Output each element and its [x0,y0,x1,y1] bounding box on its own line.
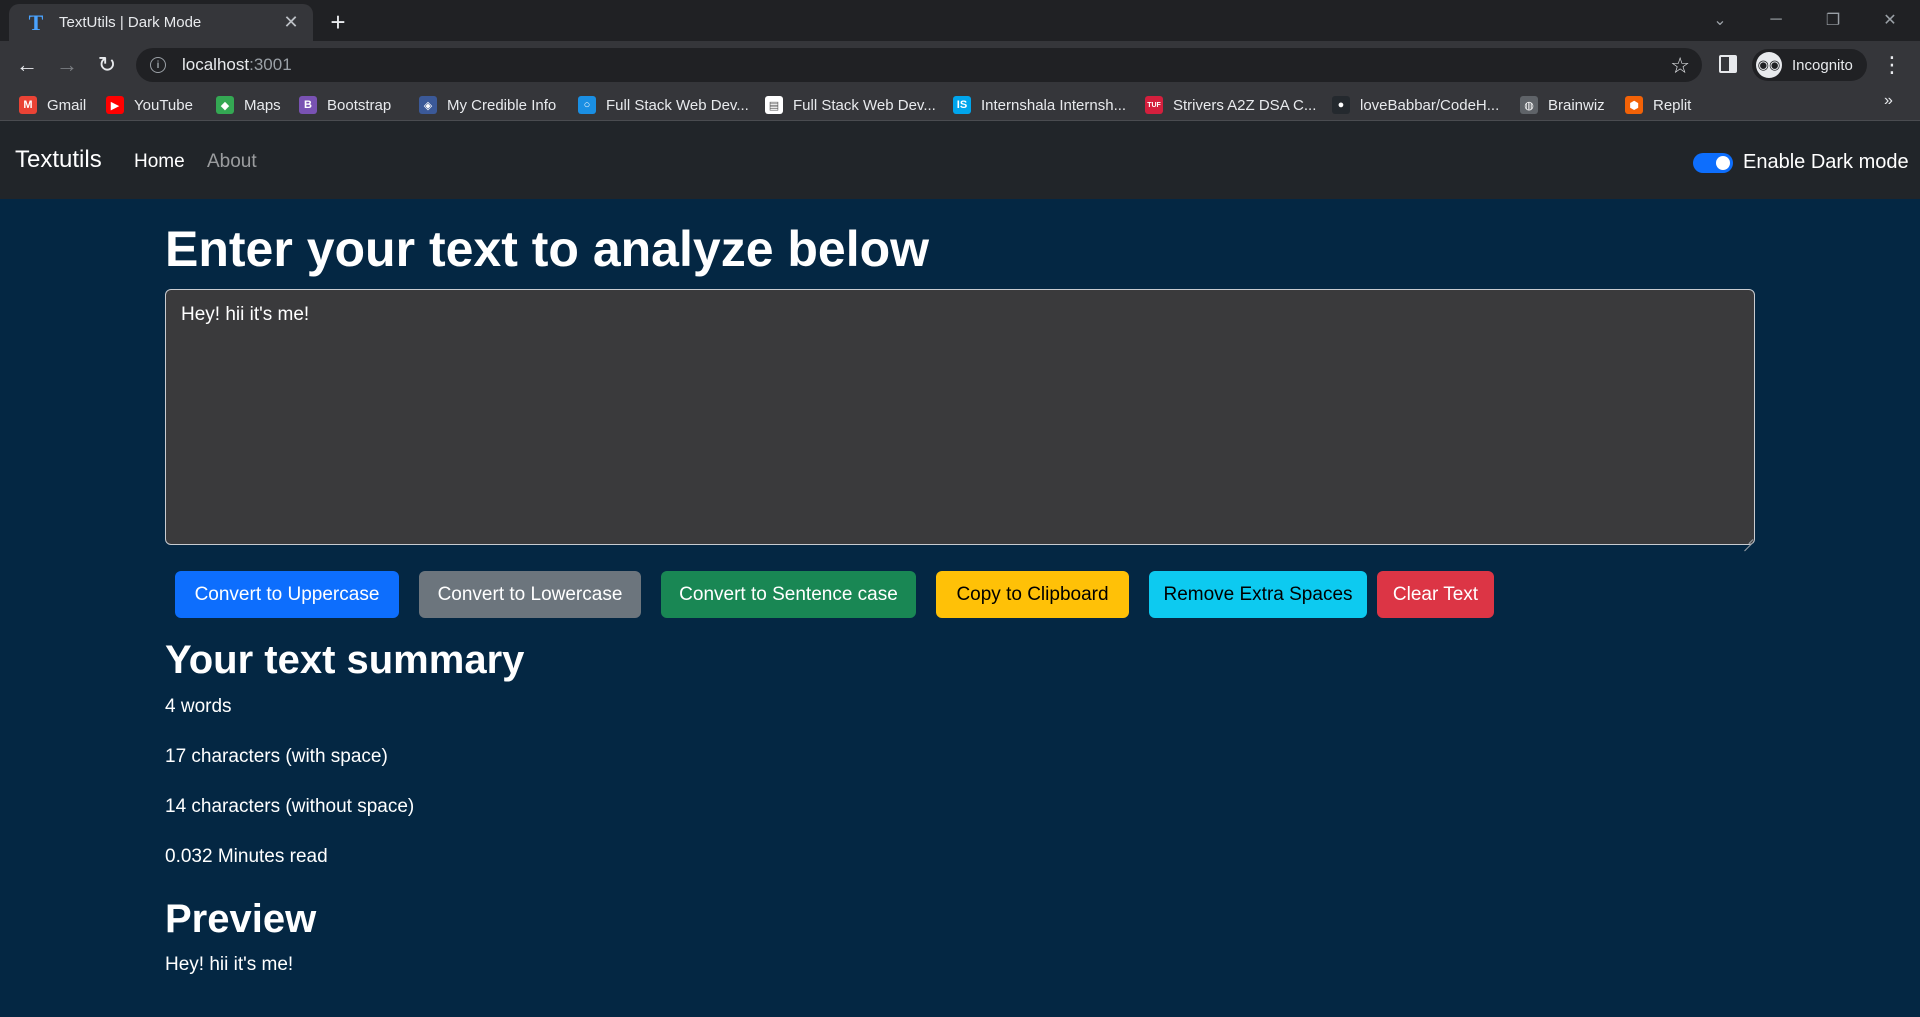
browser-toolbar: ← → ↻ i localhost :3001 ☆ ◉◉ Incognito ⋮ [0,41,1920,89]
incognito-icon: ◉◉ [1756,52,1782,78]
bookmark-label: Maps [244,96,281,114]
bookmark-label: YouTube [134,96,193,114]
more-bookmarks-icon[interactable]: » [1884,92,1893,110]
back-arrow-icon[interactable]: ← [12,50,42,80]
read-time: 0.032 Minutes read [165,846,328,867]
app-navbar: Textutils Home About Enable Dark mode [0,121,1920,199]
bookmark-label: Internshala Internsh... [981,96,1127,114]
side-panel-icon[interactable] [1719,55,1737,73]
tab-title: TextUtils | Dark Mode [59,14,202,31]
toggle-knob [1716,156,1730,170]
replit-icon: ⬢ [1625,96,1643,114]
bookmark-item[interactable]: B Bootstrap [299,94,391,116]
dark-mode-toggle[interactable] [1693,153,1733,173]
url-host: localhost [182,55,250,74]
lowercase-button[interactable]: Convert to Lowercase [419,571,641,618]
globe-blue-icon: ○ [578,96,596,114]
page-title: Enter your text to analyze below [165,221,930,277]
char-count-without-space: 14 characters (without space) [165,796,415,817]
globe-icon: ◍ [1520,96,1538,114]
internshala-icon: IS [953,96,971,114]
site-info-icon[interactable]: i [150,57,166,73]
tuf-icon: TUF [1145,96,1163,114]
uppercase-button[interactable]: Convert to Uppercase [175,571,399,618]
reload-icon[interactable]: ↻ [92,50,122,80]
tab-close-icon[interactable]: ✕ [281,12,301,33]
dark-mode-label[interactable]: Enable Dark mode [1743,151,1909,174]
incognito-badge[interactable]: ◉◉ Incognito [1752,49,1867,81]
char-count-with-space: 17 characters (with space) [165,746,388,767]
new-tab-plus-icon[interactable]: + [324,7,352,37]
preview-text: Hey! hii it's me! [165,954,294,975]
bookmark-label: Strivers A2Z DSA C... [1173,96,1317,114]
restore-icon[interactable]: ❐ [1813,6,1853,34]
bookmark-item[interactable]: ◈ My Credible Info [419,94,556,116]
sentence-case-button[interactable]: Convert to Sentence case [661,571,916,618]
bookmark-label: Gmail [47,96,87,114]
credible-icon: ◈ [419,96,437,114]
remove-spaces-button[interactable]: Remove Extra Spaces [1149,571,1367,618]
incognito-label: Incognito [1792,56,1853,74]
minimize-icon[interactable]: ─ [1756,6,1796,34]
bookmark-item[interactable]: ○ Full Stack Web Dev... [578,94,749,116]
browser-menu-icon[interactable]: ⋮ [1880,50,1904,80]
navbar-brand[interactable]: Textutils [15,146,102,174]
bookmark-item[interactable]: ◍ Brainwiz [1520,94,1605,116]
nav-link-home[interactable]: Home [134,151,185,173]
nav-link-about[interactable]: About [207,151,257,173]
bookmark-star-icon[interactable]: ☆ [1670,53,1690,79]
word-count: 4 words [165,696,232,717]
url-port: :3001 [249,55,292,74]
browser-tab[interactable]: T TextUtils | Dark Mode ✕ [9,4,313,41]
address-bar[interactable]: i localhost :3001 ☆ [136,48,1702,82]
bookmark-label: Full Stack Web Dev... [793,96,936,114]
textutils-favicon-icon: T [28,9,44,35]
bookmark-item[interactable]: IS Internshala Internsh... [953,94,1126,116]
maps-icon: ◆ [216,96,234,114]
bookmark-label: My Credible Info [447,96,557,114]
bookmark-item[interactable]: ● loveBabbar/CodeH... [1332,94,1499,116]
summary-title: Your text summary [165,638,525,682]
bookmark-item[interactable]: M Gmail [19,94,86,116]
youtube-icon: ▶ [106,96,124,114]
browser-tabstrip: T TextUtils | Dark Mode ✕ + ⌄ ─ ❐ ✕ [0,0,1920,41]
preview-title: Preview [165,897,317,941]
bookmark-label: Brainwiz [1548,96,1605,114]
bookmark-item[interactable]: ▤ Full Stack Web Dev... [765,94,936,116]
bookmark-label: loveBabbar/CodeH... [1360,96,1500,114]
bootstrap-icon: B [299,96,317,114]
copy-clipboard-button[interactable]: Copy to Clipboard [936,571,1129,618]
forward-arrow-icon[interactable]: → [52,50,82,80]
textarea-resize-handle[interactable] [1743,533,1753,543]
tab-search-chevron-icon[interactable]: ⌄ [1700,6,1740,34]
bookmark-label: Full Stack Web Dev... [606,96,749,114]
close-window-icon[interactable]: ✕ [1870,6,1910,34]
bookmark-item[interactable]: ⬢ Replit [1625,94,1691,116]
clear-text-button[interactable]: Clear Text [1377,571,1494,618]
bookmark-item[interactable]: TUF Strivers A2Z DSA C... [1145,94,1316,116]
bookmark-label: Replit [1653,96,1692,114]
gmail-icon: M [19,96,37,114]
text-input[interactable] [165,289,1755,545]
bookmark-item[interactable]: ◆ Maps [216,94,281,116]
page-icon: ▤ [765,96,783,114]
bookmark-label: Bootstrap [327,96,392,114]
github-icon: ● [1332,96,1350,114]
bookmark-item[interactable]: ▶ YouTube [106,94,193,116]
bookmarks-bar: M Gmail ▶ YouTube ◆ Maps B Bootstrap ◈ My Credibl… [0,89,1920,121]
